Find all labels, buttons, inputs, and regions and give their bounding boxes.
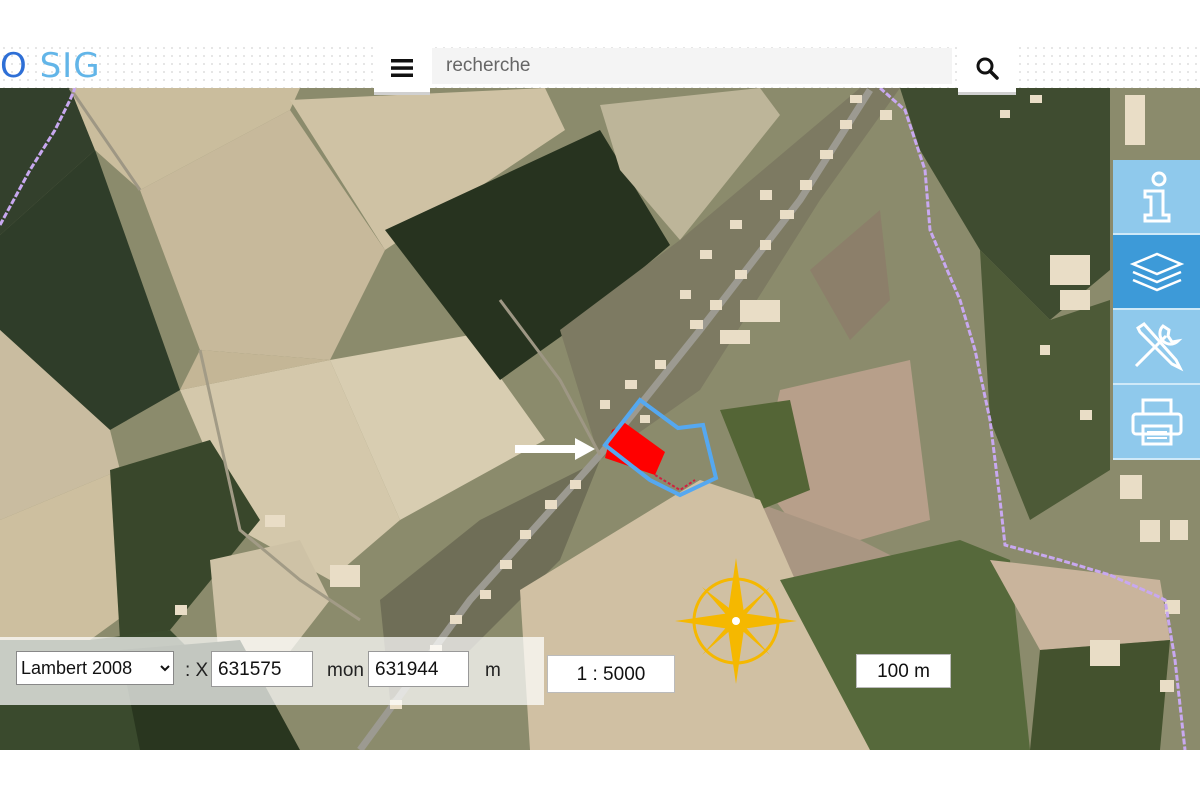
tools-icon — [1134, 321, 1183, 371]
x-coordinate-field[interactable]: 631575 — [211, 651, 313, 687]
top-bar: O SIG — [0, 44, 1200, 95]
arrow-pointer-icon — [515, 438, 595, 460]
print-button[interactable] — [1113, 385, 1200, 460]
layers-icon — [1129, 252, 1184, 291]
map-toolbar — [1113, 160, 1200, 470]
menu-button[interactable] — [374, 44, 430, 95]
magnifier-icon — [976, 57, 999, 80]
tools-button[interactable] — [1113, 310, 1200, 385]
hamburger-menu-icon — [391, 59, 413, 77]
parcel-dotted-edge — [654, 474, 696, 492]
compass-rose-icon — [675, 558, 797, 684]
search-button[interactable] — [958, 44, 1016, 95]
scale-ratio[interactable]: 1 : 5000 — [547, 655, 675, 693]
printer-icon — [1131, 398, 1182, 445]
scale-bar-label: 100 m — [856, 654, 951, 688]
y-label: mon — [327, 660, 364, 681]
app-logo: O SIG — [0, 46, 101, 86]
layers-button[interactable] — [1113, 235, 1200, 310]
unit-label: m — [485, 660, 501, 681]
crs-select[interactable]: Lambert 2008 — [16, 651, 174, 685]
y-coordinate-field[interactable]: 631944 — [368, 651, 469, 687]
logo-part-2: SIG — [39, 46, 101, 86]
search-input[interactable] — [432, 48, 952, 84]
logo-part-1: O — [0, 46, 28, 86]
info-button[interactable] — [1113, 160, 1200, 235]
x-label: : X — [185, 660, 209, 681]
info-icon — [1143, 171, 1170, 222]
